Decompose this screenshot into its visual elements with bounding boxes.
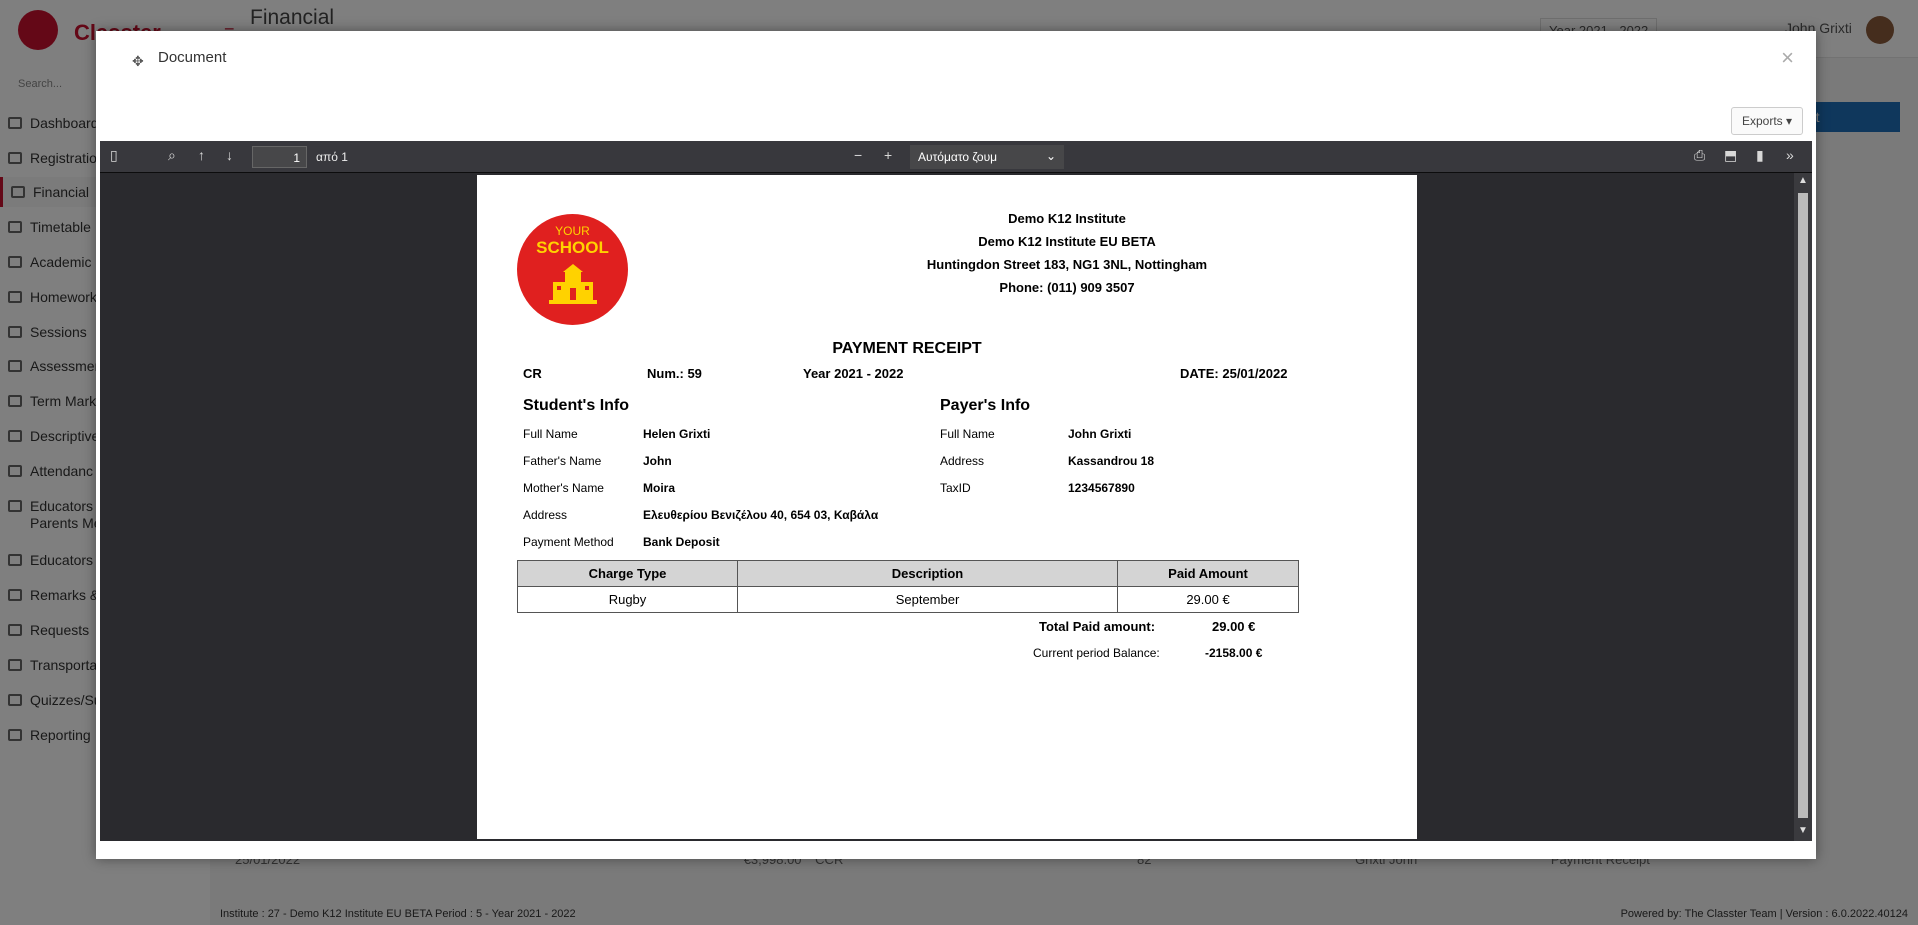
pdf-toolbar: ▯ ⌕ ↑ ↓ 1 από 1 − + Αυτόματο ζουμ ⌄ ⎙ ⬒ ▮…	[100, 141, 1812, 173]
table-header-row: Charge Type Description Paid Amount	[517, 560, 1299, 587]
student-value: Ελευθερίου Βενιζέλου 40, 654 03, Καβάλα	[643, 508, 879, 522]
table-cell: Rugby	[517, 586, 738, 613]
page-count: από 1	[316, 150, 348, 164]
receipt-year: Year 2021 - 2022	[803, 366, 904, 381]
student-label: Address	[523, 508, 568, 522]
modal-title: Document	[158, 49, 227, 66]
zoom-in-icon[interactable]: +	[884, 147, 892, 163]
payer-value: Kassandrou 18	[1068, 454, 1155, 468]
payer-value: John Grixti	[1068, 427, 1132, 441]
logo-main-text: SCHOOL	[536, 238, 609, 257]
column-header: Charge Type	[517, 560, 738, 587]
school-logo: YOUR SCHOOL	[517, 214, 628, 325]
scroll-up-icon[interactable]: ▲	[1798, 175, 1808, 186]
student-label: Mother's Name	[523, 481, 604, 495]
print-icon[interactable]: ⎙	[1694, 147, 1705, 164]
previous-page-icon[interactable]: ↑	[198, 147, 205, 163]
table-cell: 29.00 €	[1117, 586, 1299, 613]
close-button[interactable]: ×	[1781, 45, 1794, 71]
logo-top-text: YOUR	[555, 224, 590, 238]
institute-line: Phone: (011) 909 3507	[999, 280, 1135, 295]
payer-label: Address	[940, 454, 985, 468]
institute-header: Demo K12 Institute Demo K12 Institute EU…	[907, 207, 1227, 299]
receipt-code: CR	[523, 366, 542, 381]
vertical-scrollbar[interactable]: ▲ ▼	[1794, 173, 1812, 841]
payer-label: TaxID	[940, 481, 971, 495]
pdf-page: YOUR SCHOOL Demo K12 Institute Demo K12 …	[477, 175, 1417, 839]
scroll-thumb[interactable]	[1798, 193, 1808, 818]
zoom-out-icon[interactable]: −	[854, 147, 862, 163]
receipt-title: PAYMENT RECEIPT	[832, 340, 982, 357]
student-value: John	[643, 454, 672, 468]
save-icon[interactable]: ⬒	[1724, 147, 1737, 164]
table-row: Rugby September 29.00 €	[517, 586, 1299, 613]
total-value: 29.00 €	[1212, 619, 1256, 634]
student-value: Bank Deposit	[643, 535, 720, 549]
institute-line: Demo K12 Institute	[1008, 211, 1126, 226]
scroll-down-icon[interactable]: ▼	[1798, 825, 1808, 836]
balance-value: -2158.00 €	[1205, 646, 1263, 660]
receipt-date: DATE: 25/01/2022	[1180, 366, 1288, 381]
page-number-input[interactable]: 1	[252, 146, 307, 168]
receipt-number: Num.: 59	[647, 366, 702, 381]
sidebar-toggle-icon[interactable]: ▯	[110, 147, 118, 164]
move-icon[interactable]: ✥	[132, 53, 144, 70]
student-info-heading: Student's Info	[523, 397, 630, 414]
pdf-viewer: ▯ ⌕ ↑ ↓ 1 από 1 − + Αυτόματο ζουμ ⌄ ⎙ ⬒ ▮…	[100, 141, 1812, 841]
charges-table: Charge Type Description Paid Amount Rugb…	[517, 560, 1299, 613]
zoom-value: Αυτόματο ζουμ	[918, 150, 998, 164]
column-header: Description	[737, 560, 1118, 587]
next-page-icon[interactable]: ↓	[226, 147, 233, 163]
zoom-select[interactable]: Αυτόματο ζουμ ⌄	[910, 145, 1064, 169]
exports-dropdown[interactable]: Exports ▾	[1731, 107, 1804, 135]
student-label: Full Name	[523, 427, 578, 441]
school-building-icon	[549, 264, 597, 304]
document-modal: ✥ Document × Exports ▾ ▯ ⌕ ↑ ↓ 1 από 1 −…	[96, 31, 1816, 859]
institute-line: Demo K12 Institute EU BETA	[978, 234, 1156, 249]
bookmark-icon[interactable]: ▮	[1756, 147, 1764, 164]
table-cell: September	[737, 586, 1118, 613]
student-label: Payment Method	[523, 535, 614, 549]
total-label: Total Paid amount:	[1039, 619, 1156, 634]
chevron-down-icon: ⌄	[1045, 149, 1056, 163]
balance-label: Current period Balance:	[1033, 646, 1160, 660]
payer-label: Full Name	[940, 427, 995, 441]
student-value: Helen Grixti	[643, 427, 711, 441]
payer-value: 1234567890	[1068, 481, 1135, 495]
institute-line: Huntingdon Street 183, NG1 3NL, Nottingh…	[926, 257, 1208, 272]
student-label: Father's Name	[523, 454, 602, 468]
search-icon[interactable]: ⌕	[168, 147, 176, 164]
student-value: Moira	[643, 481, 676, 495]
payer-info-heading: Payer's Info	[940, 397, 1031, 414]
tools-icon[interactable]: »	[1786, 147, 1794, 163]
column-header: Paid Amount	[1117, 560, 1299, 587]
